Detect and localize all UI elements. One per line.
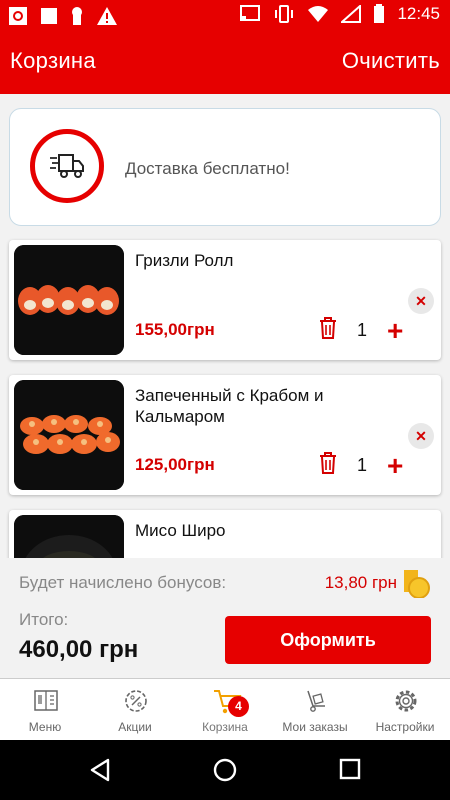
keyhole-icon [72,7,82,25]
home-icon[interactable] [212,757,238,783]
total-label: Итого: [19,610,69,629]
item-name: Запеченный с Крабом и Кальмаром [135,386,324,426]
percent-gear-icon [125,690,147,712]
system-navigation-bar [0,740,450,800]
back-icon[interactable] [88,757,112,783]
bonus-label: Будет начислено бонусов: [19,573,227,592]
cart-item[interactable]: Мисо Широ [9,510,441,558]
recents-icon[interactable] [338,757,362,781]
product-image [14,245,124,355]
vibrate-icon [275,5,294,23]
truck-icon [50,154,84,178]
nav-item-promotions[interactable]: Акции [90,679,180,741]
nav-item-cart[interactable]: 4 Корзина [180,679,270,741]
cast-icon [240,5,261,21]
item-quantity: 1 [357,320,368,340]
trash-icon[interactable] [317,451,339,475]
cart-content[interactable]: Доставка бесплатно! Гризли Ролл 155,00гр… [0,94,450,558]
hand-truck-icon [307,690,325,712]
bottom-navigation: Меню Акции 4 Корзина Мои заказы Настройк… [0,678,450,740]
nav-item-settings[interactable]: Настройки [360,679,450,741]
cart-count-badge: 4 [228,696,249,717]
cart-item[interactable]: Гризли Ролл 155,00грн 1 + ✕ [9,240,441,360]
trash-icon[interactable] [317,316,339,340]
item-name: Гризли Ролл [135,251,234,270]
nav-label: Настройки [375,720,435,734]
nav-item-my-orders[interactable]: Мои заказы [270,679,360,741]
status-time: 12:45 [397,4,440,23]
delivery-text: Доставка бесплатно! [125,159,290,178]
menu-book-icon [34,690,58,711]
remove-item-button[interactable]: ✕ [408,423,434,449]
warning-icon [97,7,117,25]
product-image [14,380,124,490]
total-value: 460,00 грн [19,636,139,663]
clear-cart-button[interactable]: Очистить [342,48,440,74]
nav-label: Корзина [202,720,248,734]
item-name: Мисо Широ [135,521,226,540]
delivery-badge [30,129,104,203]
signal-icon [341,5,362,23]
gear-icon [395,690,417,712]
page-title: Корзина [10,48,96,73]
nav-label: Меню [28,720,62,734]
increase-quantity-button[interactable]: + [387,317,403,345]
order-summary: Будет начислено бонусов: 13,80 грн Итого… [0,558,450,678]
remove-item-button[interactable]: ✕ [408,288,434,314]
coin-icon [404,570,430,598]
product-image [14,515,124,558]
item-price: 125,00грн [135,455,215,474]
screen-record-icon [9,7,27,25]
increase-quantity-button[interactable]: + [387,452,403,480]
wifi-icon [308,6,329,22]
status-bar: 12:45 [0,0,450,32]
bonus-value: 13,80 грн [324,573,397,592]
delivery-info-card: Доставка бесплатно! [9,108,441,226]
nav-label: Мои заказы [282,720,348,734]
item-quantity: 1 [357,455,368,475]
app-header: Корзина Очистить [0,32,450,94]
nav-item-menu[interactable]: Меню [0,679,90,741]
item-price: 155,00грн [135,320,215,339]
nav-label: Акции [118,720,152,734]
checkout-button[interactable]: Оформить [225,616,431,664]
square-notification-icon [41,8,57,24]
cart-item[interactable]: Запеченный с Крабом и Кальмаром 125,00гр… [9,375,441,495]
battery-icon [374,4,385,23]
